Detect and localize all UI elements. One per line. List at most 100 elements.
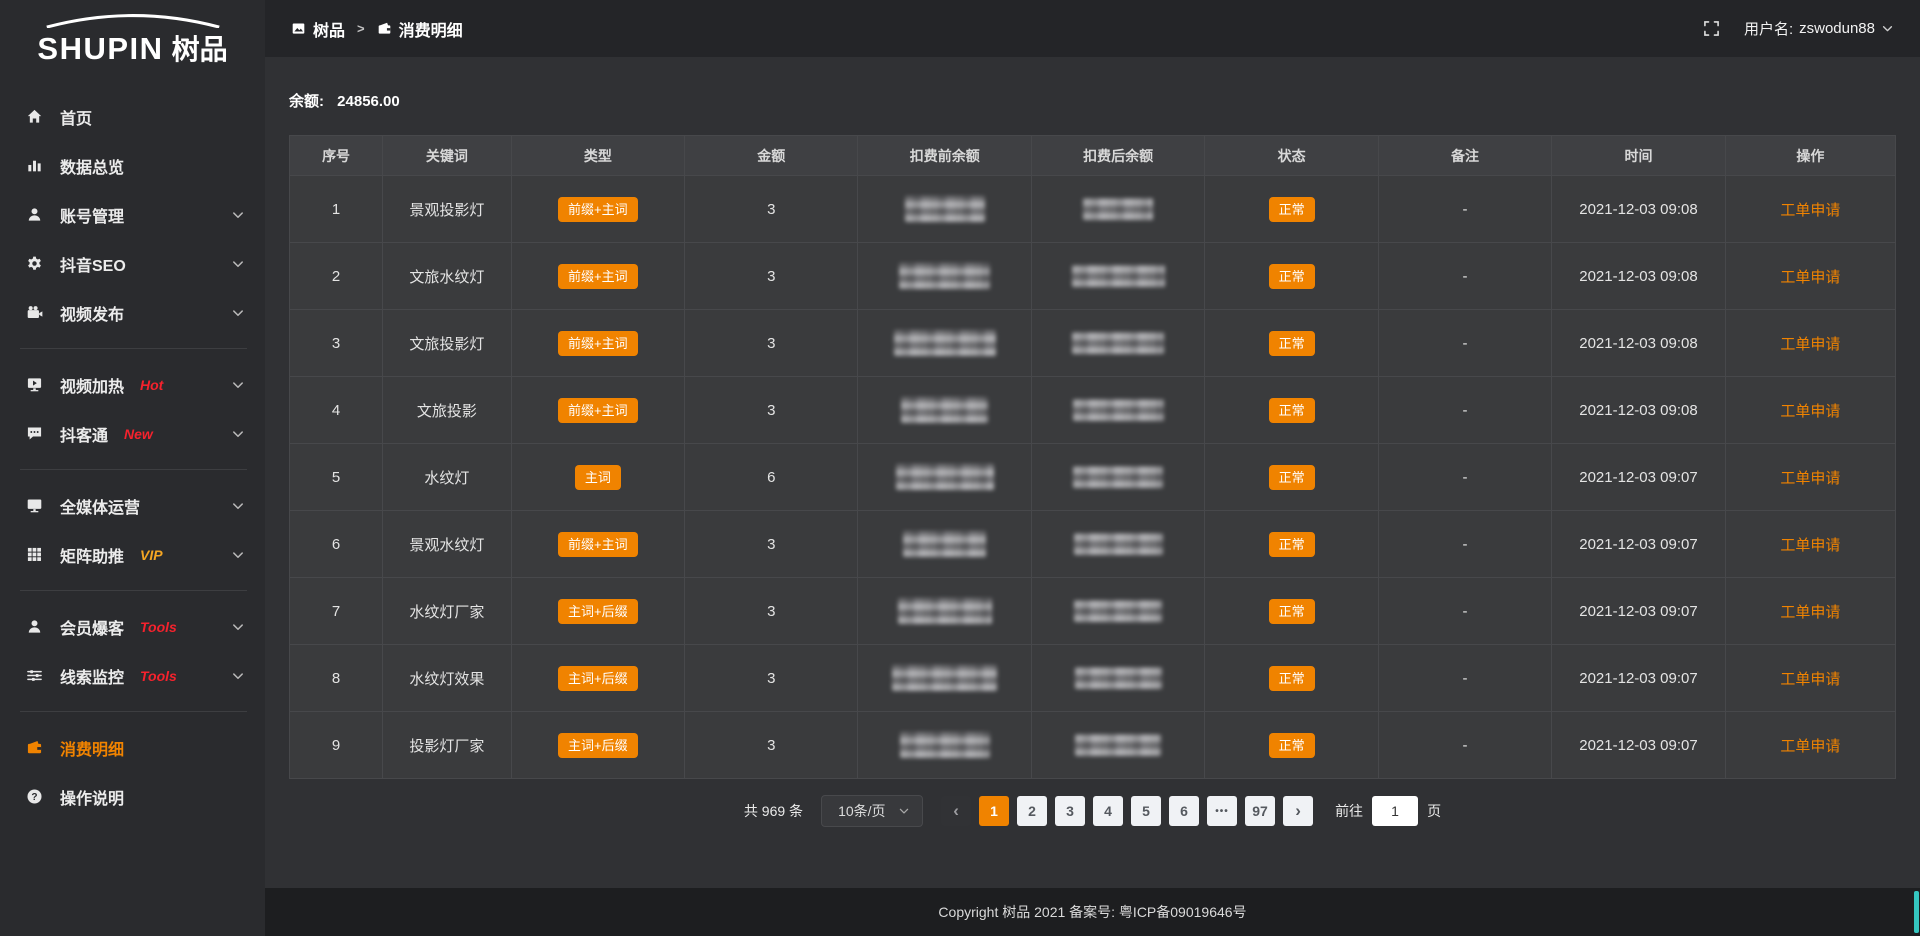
sidebar-item-data-overview[interactable]: 数据总览 xyxy=(0,141,265,190)
chevron-down-icon xyxy=(231,378,245,392)
sidebar-item-label: 操作说明 xyxy=(60,785,124,809)
cell-type: 主词+后缀 xyxy=(511,645,684,712)
sidebar-item-account-management[interactable]: 账号管理 xyxy=(0,190,265,239)
page-ellipsis-button[interactable]: ••• xyxy=(1207,796,1237,826)
sidebar-item-home[interactable]: 首页 xyxy=(0,92,265,141)
column-header: 扣费后余额 xyxy=(1031,136,1204,176)
ticket-apply-link[interactable]: 工单申请 xyxy=(1780,604,1840,621)
ticket-apply-link[interactable]: 工单申请 xyxy=(1780,336,1840,353)
page-button-1[interactable]: 1 xyxy=(979,796,1009,826)
table-body: 1景观投影灯前缀+主词3正常-2021-12-03 09:08工单申请2文旅水纹… xyxy=(290,176,1896,779)
cell-pre-balance xyxy=(858,511,1031,578)
cell-remark: - xyxy=(1378,444,1551,511)
cell-keyword: 水纹灯 xyxy=(383,444,511,511)
cell-type: 主词 xyxy=(511,444,684,511)
cell-amount: 6 xyxy=(685,444,858,511)
page-button-3[interactable]: 3 xyxy=(1055,796,1085,826)
chevron-down-icon xyxy=(231,499,245,513)
brand-logo[interactable]: SHUPIN 树品 xyxy=(0,0,265,72)
sidebar-item-consumption-detail[interactable]: 消费明细 xyxy=(0,723,265,772)
page-button-2[interactable]: 2 xyxy=(1017,796,1047,826)
page-button-97[interactable]: 97 xyxy=(1245,796,1275,826)
cell-amount: 3 xyxy=(685,176,858,243)
cell-post-balance xyxy=(1031,645,1204,712)
logo-arc xyxy=(29,12,237,28)
sidebar-item-clue-monitor[interactable]: 线索监控Tools xyxy=(0,651,265,700)
sidebar-item-label: 首页 xyxy=(60,105,92,129)
next-page-button[interactable]: › xyxy=(1283,796,1313,826)
sidebar-item-label: 抖客通 xyxy=(60,422,108,446)
ticket-apply-link[interactable]: 工单申请 xyxy=(1780,537,1840,554)
sidebar: SHUPIN 树品 首页数据总览账号管理抖音SEO 视频发布视频加热Hot抖客通N… xyxy=(0,0,265,936)
ticket-apply-link[interactable]: 工单申请 xyxy=(1780,202,1840,219)
sidebar-item-label: 消费明细 xyxy=(60,736,124,760)
cell-keyword: 水纹灯厂家 xyxy=(383,578,511,645)
redacted-balance xyxy=(896,464,994,490)
sidebar-item-douyin-seo[interactable]: 抖音SEO xyxy=(0,239,265,288)
cell-amount: 3 xyxy=(685,712,858,779)
redacted-balance xyxy=(1072,332,1164,354)
sidebar-item-matrix-boost[interactable]: 矩阵助推VIP xyxy=(0,530,265,579)
cell-post-balance xyxy=(1031,310,1204,377)
sidebar-item-label: 抖音SEO xyxy=(60,252,126,276)
cell-status: 正常 xyxy=(1205,243,1378,310)
breadcrumb-item-consumption-detail[interactable]: 消费明细 xyxy=(377,17,463,41)
sidebar-item-video-publish[interactable]: 视频发布 xyxy=(0,288,265,337)
sidebar-item-douketong[interactable]: 抖客通New xyxy=(0,409,265,458)
cell-index: 1 xyxy=(290,176,383,243)
cell-status: 正常 xyxy=(1205,176,1378,243)
user-menu[interactable]: 用户名: zswodun88 xyxy=(1744,18,1894,39)
sidebar-item-tag: Hot xyxy=(140,377,163,393)
cell-remark: - xyxy=(1378,377,1551,444)
sliders-icon xyxy=(26,667,43,684)
page-button-4[interactable]: 4 xyxy=(1093,796,1123,826)
sidebar-item-label: 数据总览 xyxy=(60,154,124,178)
sidebar-item-all-media-operation[interactable]: 全媒体运营 xyxy=(0,481,265,530)
fullscreen-icon[interactable] xyxy=(1703,20,1720,37)
goto-page-input[interactable] xyxy=(1372,796,1418,826)
sidebar-item-video-heat[interactable]: 视频加热Hot xyxy=(0,360,265,409)
cell-post-balance xyxy=(1031,444,1204,511)
table-row: 8水纹灯效果主词+后缀3正常-2021-12-03 09:07工单申请 xyxy=(290,645,1896,712)
ticket-apply-link[interactable]: 工单申请 xyxy=(1780,671,1840,688)
chevron-down-icon xyxy=(1881,22,1894,35)
sidebar-item-member-burst[interactable]: 会员爆客Tools xyxy=(0,602,265,651)
cell-type: 主词+后缀 xyxy=(511,578,684,645)
cell-amount: 3 xyxy=(685,377,858,444)
page-button-5[interactable]: 5 xyxy=(1131,796,1161,826)
ticket-apply-link[interactable]: 工单申请 xyxy=(1780,269,1840,286)
cell-pre-balance xyxy=(858,310,1031,377)
type-badge: 主词+后缀 xyxy=(558,599,638,624)
cell-keyword: 文旅投影灯 xyxy=(383,310,511,377)
ticket-apply-link[interactable]: 工单申请 xyxy=(1780,738,1840,755)
cell-remark: - xyxy=(1378,511,1551,578)
status-badge: 正常 xyxy=(1269,264,1315,289)
page-size-select[interactable]: 10条/页 xyxy=(821,795,923,827)
cell-type: 前缀+主词 xyxy=(511,176,684,243)
copyright-text: Copyright 树品 2021 备案号: 粤ICP备09019646号 xyxy=(938,902,1246,922)
content: 余额: 24856.00 序号关键词类型金额扣费前余额扣费后余额状态备注时间操作… xyxy=(265,57,1920,888)
status-badge: 正常 xyxy=(1269,666,1315,691)
brand-name-en: SHUPIN xyxy=(37,31,163,67)
redacted-balance xyxy=(1075,734,1161,756)
cell-pre-balance xyxy=(858,377,1031,444)
cell-time: 2021-12-03 09:07 xyxy=(1552,578,1725,645)
status-badge: 正常 xyxy=(1269,599,1315,624)
image-icon xyxy=(291,21,306,36)
breadcrumb-item-home[interactable]: 树品 xyxy=(291,17,345,41)
status-badge: 正常 xyxy=(1269,465,1315,490)
page-button-6[interactable]: 6 xyxy=(1169,796,1199,826)
prev-page-button[interactable]: ‹ xyxy=(941,796,971,826)
sidebar-item-label: 账号管理 xyxy=(60,203,124,227)
sidebar-item-operation-guide[interactable]: ?操作说明 xyxy=(0,772,265,821)
type-badge: 主词+后缀 xyxy=(558,666,638,691)
ticket-apply-link[interactable]: 工单申请 xyxy=(1780,470,1840,487)
scrollbar-thumb[interactable] xyxy=(1914,891,1919,933)
sidebar-item-label: 矩阵助推 xyxy=(60,543,124,567)
cell-keyword: 文旅投影 xyxy=(383,377,511,444)
status-badge: 正常 xyxy=(1269,398,1315,423)
ticket-apply-link[interactable]: 工单申请 xyxy=(1780,403,1840,420)
table-row: 3文旅投影灯前缀+主词3正常-2021-12-03 09:08工单申请 xyxy=(290,310,1896,377)
cell-type: 前缀+主词 xyxy=(511,243,684,310)
status-badge: 正常 xyxy=(1269,733,1315,758)
